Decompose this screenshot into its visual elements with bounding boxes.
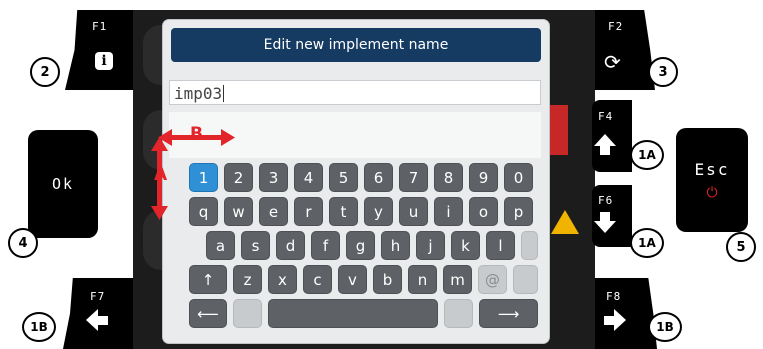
key-0[interactable]: 0	[504, 163, 533, 192]
f8-key[interactable]	[595, 278, 657, 349]
callout-ok: 4	[8, 228, 38, 258]
f8-label: F8	[606, 290, 622, 303]
key-b[interactable]: b	[373, 265, 402, 294]
key-u[interactable]: u	[399, 197, 428, 226]
arrow-right-icon-stem	[604, 316, 614, 325]
key-3[interactable]: 3	[259, 163, 288, 192]
arrow-right-head	[221, 129, 235, 146]
key-r[interactable]: r	[294, 197, 323, 226]
key-v[interactable]: v	[338, 265, 367, 294]
refresh-icon: ⟳	[604, 50, 621, 74]
key-c[interactable]: c	[303, 265, 332, 294]
key-i[interactable]: i	[434, 197, 463, 226]
callout-f6: 1A	[630, 228, 664, 258]
arrow-down-icon	[594, 221, 616, 233]
key-x[interactable]: x	[268, 265, 297, 294]
key-l[interactable]: l	[486, 231, 515, 260]
text-caret	[223, 85, 225, 102]
callout-f7: 1B	[22, 312, 56, 342]
callout-f8: 1B	[648, 312, 682, 342]
key-cursor-right[interactable]: ⟶	[479, 299, 538, 328]
callout-f1: 2	[30, 57, 60, 87]
implement-name-input[interactable]: imp03	[169, 80, 541, 105]
power-icon: ⏻	[706, 184, 718, 201]
f1-label: F1	[92, 20, 108, 33]
f4-label: F4	[598, 110, 614, 123]
ok-label: Ok	[51, 175, 75, 193]
key-z[interactable]: z	[233, 265, 262, 294]
key-p[interactable]: p	[504, 197, 533, 226]
key-space[interactable]	[268, 299, 438, 328]
arrow-label-b: B	[190, 124, 203, 144]
key-y[interactable]: y	[364, 197, 393, 226]
arrow-right-icon	[614, 309, 626, 331]
key-8[interactable]: 8	[434, 163, 463, 192]
key-blank	[521, 231, 538, 260]
key-5[interactable]: 5	[329, 163, 358, 192]
key-7[interactable]: 7	[399, 163, 428, 192]
arrow-down-head	[151, 206, 168, 220]
key-m[interactable]: m	[443, 265, 472, 294]
warning-triangle-icon	[551, 210, 579, 234]
f6-label: F6	[598, 194, 614, 207]
key-shift[interactable]: ↑	[189, 265, 227, 294]
key-g[interactable]: g	[346, 231, 375, 260]
key-j[interactable]: j	[416, 231, 445, 260]
arrow-label-a: A	[154, 165, 168, 185]
arrow-down-icon-stem	[600, 212, 610, 221]
ok-button[interactable]: Ok	[28, 130, 98, 238]
esc-button[interactable]: Esc ⏻	[676, 128, 748, 232]
input-value: imp03	[174, 84, 223, 103]
key-d[interactable]: d	[276, 231, 305, 260]
key-e[interactable]: e	[259, 197, 288, 226]
callout-f2: 3	[648, 57, 678, 87]
arrow-up-icon-stem	[600, 146, 610, 155]
key-h[interactable]: h	[381, 231, 410, 260]
key-blank	[513, 265, 538, 294]
key-blank	[444, 299, 473, 328]
key-blank	[233, 299, 262, 328]
key-k[interactable]: k	[451, 231, 480, 260]
key-6[interactable]: 6	[364, 163, 393, 192]
callout-f4: 1A	[630, 140, 664, 170]
callout-esc: 5	[726, 232, 756, 262]
info-icon: i	[95, 52, 113, 70]
key-f[interactable]: f	[311, 231, 340, 260]
background-red-indicator	[548, 105, 568, 155]
key-cursor-left[interactable]: ⟵	[189, 299, 227, 328]
dialog-title: Edit new implement name	[171, 28, 541, 62]
arrow-up-icon	[594, 134, 616, 146]
key-a[interactable]: a	[206, 231, 235, 260]
esc-label: Esc	[694, 159, 730, 179]
key-t[interactable]: t	[329, 197, 358, 226]
arrow-left-icon	[86, 309, 98, 331]
key-at[interactable]: @	[478, 265, 507, 294]
key-n[interactable]: n	[408, 265, 437, 294]
f7-label: F7	[90, 290, 106, 303]
key-4[interactable]: 4	[294, 163, 323, 192]
arrow-left-icon-stem	[98, 316, 108, 325]
key-o[interactable]: o	[469, 197, 498, 226]
f2-label: F2	[608, 20, 624, 33]
f7-key[interactable]	[63, 278, 133, 349]
key-9[interactable]: 9	[469, 163, 498, 192]
key-s[interactable]: s	[241, 231, 270, 260]
